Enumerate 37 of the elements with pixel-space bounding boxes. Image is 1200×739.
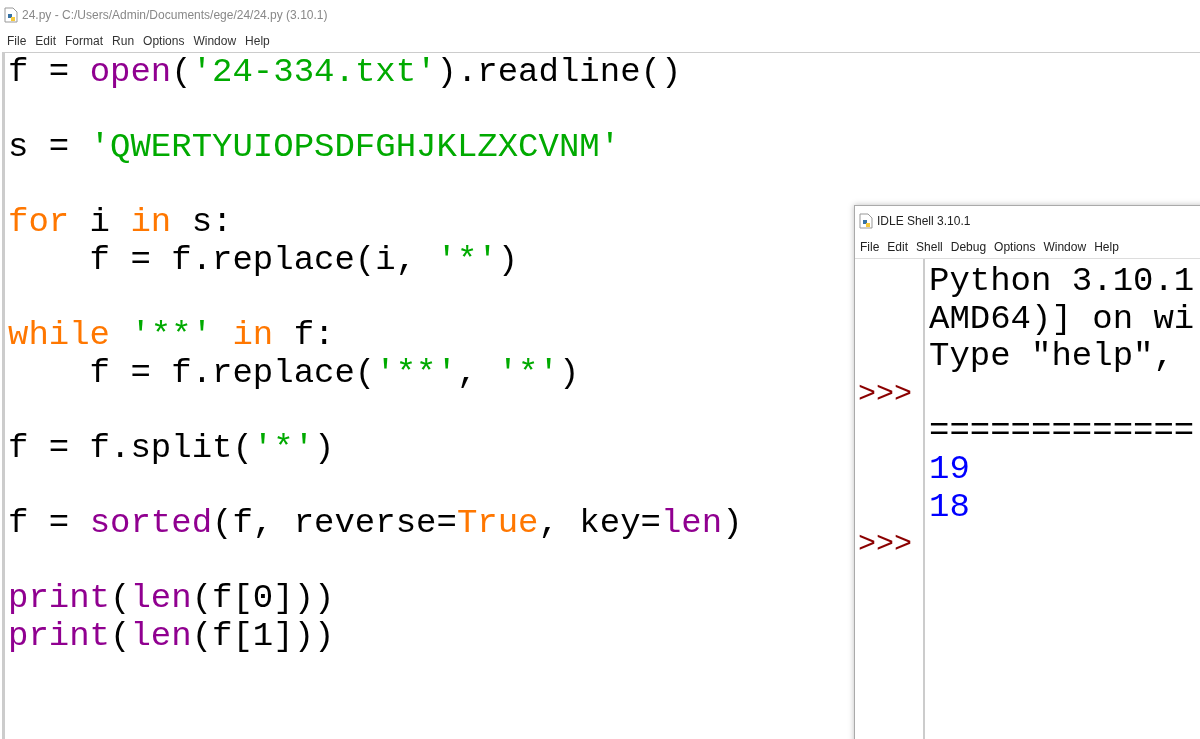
menu-item[interactable]: Edit	[35, 32, 57, 50]
shell-line: AMD64)] on wi	[929, 299, 1195, 338]
menu-item[interactable]: Help	[1094, 238, 1119, 256]
window-title: IDLE Shell 3.10.1	[877, 213, 971, 230]
code-line: f = open('24-334.txt').readline()	[8, 54, 682, 92]
menu-item[interactable]: Run	[112, 32, 135, 50]
menu-item[interactable]: Help	[245, 32, 270, 50]
code-line: print(len(f[1]))	[8, 617, 335, 656]
menu-item[interactable]: File	[860, 238, 880, 256]
code-line: f = f.replace('**', '*')	[88, 354, 580, 393]
menu-item[interactable]: Format	[65, 32, 104, 50]
shell-line: Type "help",	[929, 337, 1174, 376]
file-icon	[859, 213, 873, 229]
code-line: f = sorted(f, reverse=True, key=len)	[8, 505, 743, 543]
prompt: >>>	[858, 376, 912, 411]
menu-item[interactable]: Options	[143, 32, 185, 50]
menu-item[interactable]: File	[7, 32, 27, 50]
menu-item[interactable]: Options	[994, 238, 1036, 256]
code-line: for i in s:	[8, 204, 233, 242]
menu-item[interactable]: Window	[193, 32, 237, 50]
shell-line: 19	[929, 449, 970, 488]
menu-item[interactable]: Window	[1043, 238, 1087, 256]
shell-output[interactable]: Python 3.10.1 AMD64)] on wi Type "help", ============= 19 18	[925, 259, 1200, 739]
code-line: print(len(f[0]))	[8, 580, 335, 618]
menu-item[interactable]: Shell	[916, 238, 943, 256]
prompt: >>>	[858, 527, 912, 562]
code-line: s = 'QWERTYUIOPSDFGHJKLZXCVNM'	[8, 129, 621, 167]
file-icon	[4, 7, 18, 23]
code-line: while '**' in f:	[8, 317, 335, 355]
shell-line: Python 3.10.1	[929, 262, 1195, 300]
code-line: f = f.replace(i, '*')	[88, 241, 519, 280]
code-line: f = f.split('*')	[8, 429, 335, 468]
window-title: 24.py - C:/Users/Admin/Documents/ege/24/24.py (3.10.1)	[22, 7, 328, 24]
menu-item[interactable]: Debug	[950, 238, 987, 256]
shell-line: =============	[929, 412, 1195, 451]
menu-item[interactable]: Edit	[887, 238, 909, 256]
shell-line: 18	[929, 487, 970, 526]
